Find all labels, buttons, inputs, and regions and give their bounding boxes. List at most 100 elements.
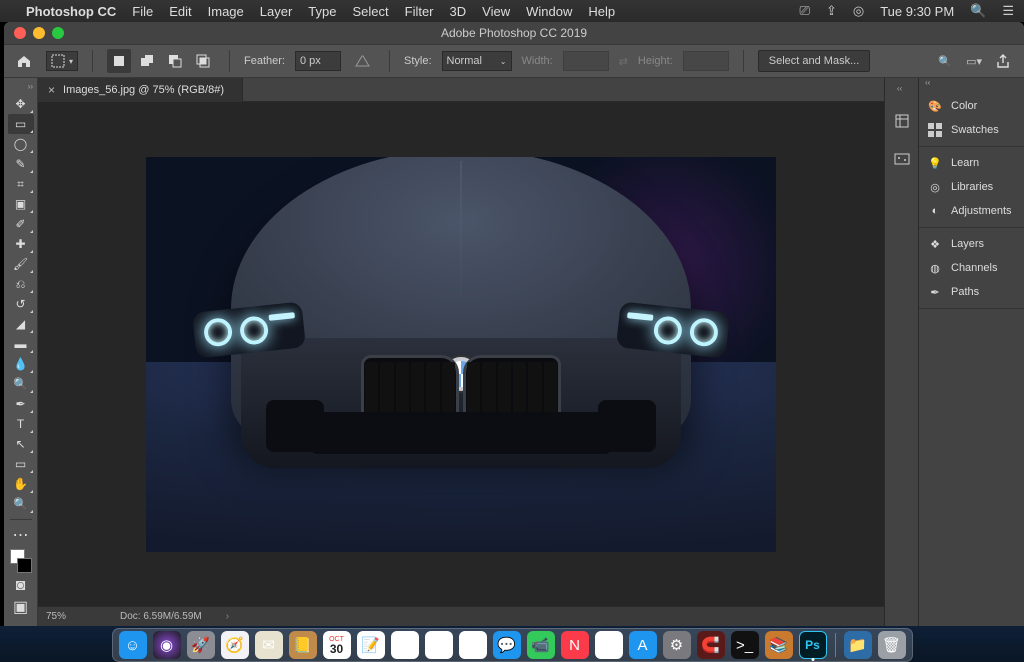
history-panel-icon[interactable] <box>891 110 913 132</box>
eyedropper-tool[interactable]: ✐ <box>8 214 34 234</box>
quick-mask-button[interactable]: ◙ <box>8 577 34 595</box>
document-canvas[interactable] <box>146 157 776 552</box>
tool-preset[interactable]: ▾ <box>46 51 78 71</box>
control-center-icon[interactable]: ☰ <box>1002 3 1014 19</box>
menubar-clock[interactable]: Tue 9:30 PM <box>880 4 954 19</box>
dodge-tool[interactable]: 🔍 <box>8 374 34 394</box>
status-chevron-icon[interactable]: › <box>226 611 229 622</box>
panel-channels[interactable]: ◍Channels <box>919 256 1024 280</box>
panel-adjustments[interactable]: ◐Adjustments <box>919 199 1024 223</box>
expand-strip-button[interactable]: ‹‹ <box>885 84 918 94</box>
wifi-icon[interactable]: ⇪ <box>826 3 837 19</box>
dock-launchpad[interactable]: 🚀 <box>187 631 215 659</box>
menu-file[interactable]: File <box>132 4 153 19</box>
window-zoom-button[interactable] <box>52 27 64 39</box>
dock-magnet[interactable]: 🧲 <box>697 631 725 659</box>
zoom-level[interactable]: 75% <box>38 611 102 622</box>
dock-notes[interactable]: 📝 <box>357 631 385 659</box>
dock-itunes[interactable]: ♪ <box>595 631 623 659</box>
dock-maps[interactable]: 🗺 <box>425 631 453 659</box>
menu-filter[interactable]: Filter <box>405 4 434 19</box>
menu-3d[interactable]: 3D <box>450 4 467 19</box>
style-select[interactable]: Normal ⌄ <box>442 51 512 71</box>
edit-toolbar-button[interactable]: ⋯ <box>8 525 34 545</box>
menu-window[interactable]: Window <box>526 4 572 19</box>
share-icon[interactable] <box>996 54 1010 68</box>
canvas-area[interactable] <box>38 102 884 606</box>
brush-tool[interactable]: 🖌 <box>8 254 34 274</box>
panel-layers[interactable]: ❖Layers <box>919 232 1024 256</box>
panel-swatches[interactable]: Swatches <box>919 118 1024 142</box>
doc-info[interactable]: Doc: 6.59M/6.59M <box>102 611 202 622</box>
antialias-checkbox[interactable] <box>351 49 375 73</box>
selection-intersect-button[interactable] <box>191 49 215 73</box>
type-tool[interactable]: T <box>8 414 34 434</box>
dock-calendar[interactable]: OCT30 <box>323 631 351 659</box>
properties-panel-icon[interactable] <box>891 148 913 170</box>
panel-learn[interactable]: 💡Learn <box>919 151 1024 175</box>
home-button[interactable] <box>12 49 36 73</box>
menu-help[interactable]: Help <box>588 4 615 19</box>
dock-contacts[interactable]: 📒 <box>289 631 317 659</box>
app-menu[interactable]: Photoshop CC <box>26 4 116 19</box>
menu-select[interactable]: Select <box>352 4 388 19</box>
feather-input[interactable] <box>295 51 341 71</box>
history-brush-tool[interactable]: ↺ <box>8 294 34 314</box>
window-minimize-button[interactable] <box>33 27 45 39</box>
move-tool[interactable]: ✥ <box>8 94 34 114</box>
zoom-tool[interactable]: 🔍 <box>8 494 34 514</box>
search-icon[interactable]: 🔍 <box>938 55 952 68</box>
frame-tool[interactable]: ▣ <box>8 194 34 214</box>
document-tab[interactable]: × Images_56.jpg @ 75% (RGB/8#) <box>38 78 243 102</box>
menu-view[interactable]: View <box>482 4 510 19</box>
panel-paths[interactable]: ✒Paths <box>919 280 1024 304</box>
dock-mail[interactable]: ✉ <box>255 631 283 659</box>
dock-reminders[interactable]: ☑ <box>391 631 419 659</box>
airplay-icon[interactable]: ⎚ <box>800 3 810 19</box>
dock-messages[interactable]: 💬 <box>493 631 521 659</box>
menu-image[interactable]: Image <box>208 4 244 19</box>
clone-stamp-tool[interactable]: ⎌ <box>8 274 34 294</box>
path-selection-tool[interactable]: ↖ <box>8 434 34 454</box>
spotlight-icon[interactable]: 🔍 <box>970 3 986 19</box>
screen-mode-button[interactable]: ▣ <box>8 597 34 617</box>
blur-tool[interactable]: 💧 <box>8 354 34 374</box>
gradient-tool[interactable]: ▬ <box>8 334 34 354</box>
creative-cloud-icon[interactable]: ◎ <box>853 3 864 19</box>
dock-appstore[interactable]: A <box>629 631 657 659</box>
menu-type[interactable]: Type <box>308 4 336 19</box>
window-close-button[interactable] <box>14 27 26 39</box>
dock-trash[interactable]: 🗑 <box>878 631 906 659</box>
select-and-mask-button[interactable]: Select and Mask... <box>758 50 871 72</box>
rectangular-marquee-tool[interactable]: ▭ <box>8 114 34 134</box>
spot-healing-tool[interactable]: ✚ <box>8 234 34 254</box>
collapse-toolbar-button[interactable]: ›› <box>4 82 37 92</box>
pen-tool[interactable]: ✒ <box>8 394 34 414</box>
selection-subtract-button[interactable] <box>163 49 187 73</box>
expand-dock-button[interactable]: ‹‹ <box>919 78 1024 90</box>
menu-layer[interactable]: Layer <box>260 4 293 19</box>
panel-libraries[interactable]: ◎Libraries <box>919 175 1024 199</box>
foreground-background-color[interactable] <box>8 547 34 575</box>
menu-edit[interactable]: Edit <box>169 4 191 19</box>
dock-safari[interactable]: 🧭 <box>221 631 249 659</box>
dock-downloads[interactable]: 📁 <box>844 631 872 659</box>
dock-photoshop[interactable]: Ps <box>799 631 827 659</box>
dock-terminal[interactable]: >_ <box>731 631 759 659</box>
dock-siri[interactable]: ◉ <box>153 631 181 659</box>
dock-preferences[interactable]: ⚙ <box>663 631 691 659</box>
panel-color[interactable]: 🎨Color <box>919 94 1024 118</box>
quick-selection-tool[interactable]: ✎ <box>8 154 34 174</box>
dock-finder[interactable]: ☺ <box>119 631 147 659</box>
selection-new-button[interactable] <box>107 49 131 73</box>
dock-facetime[interactable]: 📹 <box>527 631 555 659</box>
rectangle-tool[interactable]: ▭ <box>8 454 34 474</box>
dock-books[interactable]: 📚 <box>765 631 793 659</box>
close-tab-icon[interactable]: × <box>48 83 55 97</box>
dock-news[interactable]: N <box>561 631 589 659</box>
hand-tool[interactable]: ✋ <box>8 474 34 494</box>
eraser-tool[interactable]: ◢ <box>8 314 34 334</box>
lasso-tool[interactable]: ◯ <box>8 134 34 154</box>
crop-tool[interactable]: ⌗ <box>8 174 34 194</box>
selection-add-button[interactable] <box>135 49 159 73</box>
